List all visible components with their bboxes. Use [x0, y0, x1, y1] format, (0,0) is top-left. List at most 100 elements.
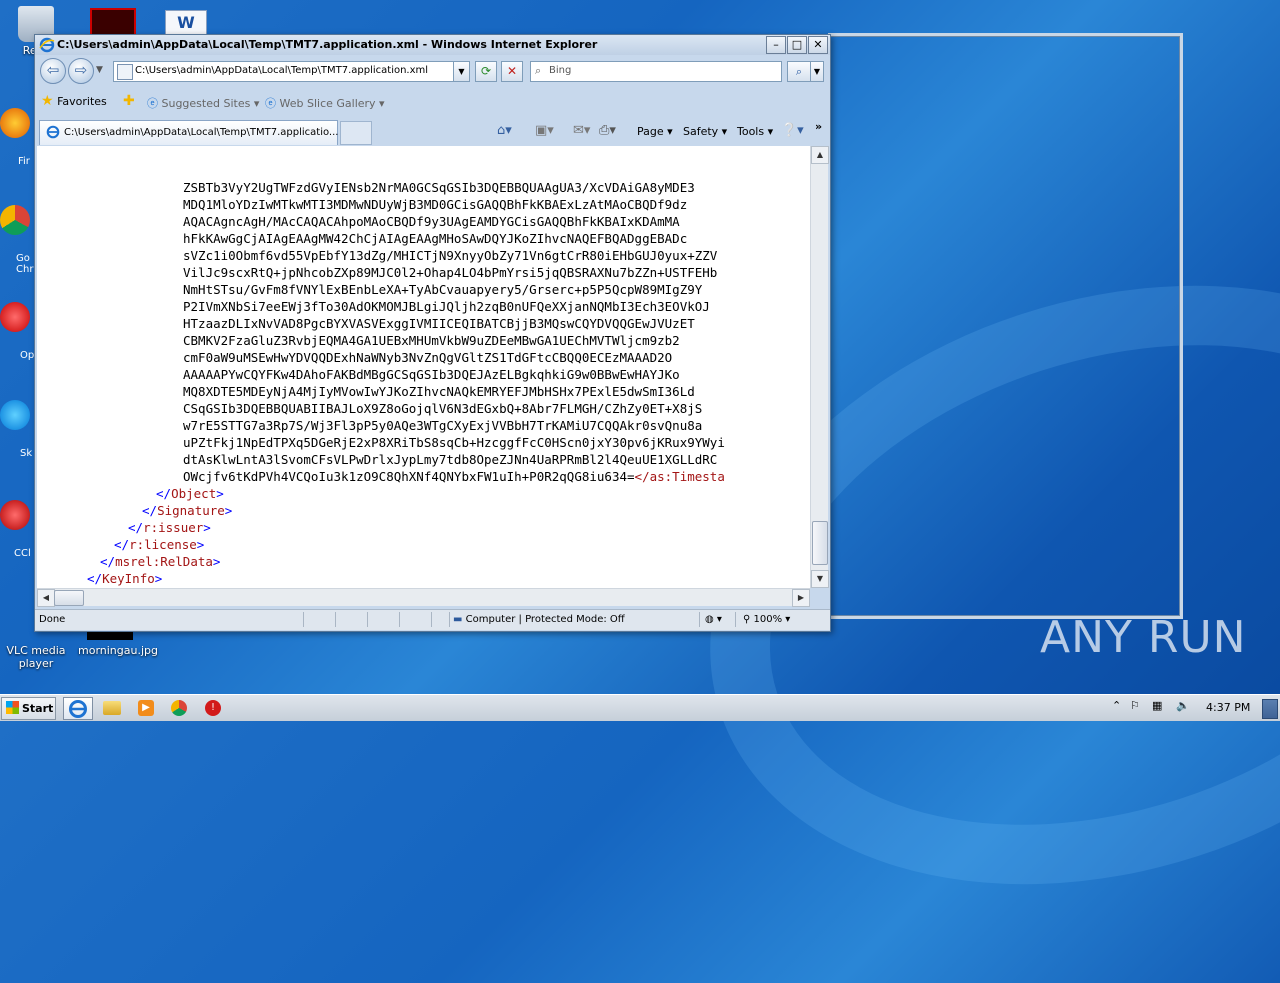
- search-options-dropdown[interactable]: ▼: [810, 61, 824, 82]
- scroll-down-button[interactable]: ▼: [811, 570, 829, 588]
- folder-icon: [103, 701, 121, 715]
- xml-base64-line: dtAsKlwLntA3lSvomCFsVLPwDrlxJypLmy7tdb8O…: [183, 452, 718, 467]
- image-file-icon[interactable]: morningau.jpg: [78, 628, 158, 657]
- firefox-icon[interactable]: Fir: [0, 108, 36, 167]
- show-desktop-button[interactable]: [1262, 699, 1278, 719]
- taskbar-app-button[interactable]: !: [199, 697, 227, 718]
- xml-base64-line: AAAAAPYwCQYFKw4DAhoFAKBdMBgGCSqGSIb3DQEJ…: [183, 367, 680, 382]
- xml-base64-line: w7rE5STTG7a3Rp7S/Wj3Fl3pP5y0AQe3WTgCXyEx…: [183, 418, 703, 433]
- desktop-icon-label: CCl: [14, 548, 31, 559]
- recent-pages-dropdown[interactable]: ▼: [96, 65, 103, 75]
- xml-base64-line: VilJc9scxRtQ+jpNhcobZXp89MJC0l2+Ohap4LO4…: [183, 265, 718, 280]
- stop-button[interactable]: ✕: [501, 61, 523, 82]
- safety-menu[interactable]: Safety ▾: [683, 125, 727, 138]
- tab-title: C:\Users\admin\AppData\Local\Temp\TMT7.a…: [64, 127, 339, 138]
- xml-base64-line: CBMKV2FzaGluZ3RvbjEQMA4GA1UEBxMHUmVkbW9u…: [183, 333, 680, 348]
- xml-base64-line: NmHtSTsu/GvFm8fVNYlExBEnbLeXA+TyAbCvauap…: [183, 282, 703, 297]
- address-dropdown-button[interactable]: ▼: [453, 62, 469, 81]
- taskbar-chrome-button[interactable]: [165, 697, 193, 718]
- xml-closing-tag: </Signature>: [142, 503, 233, 518]
- status-bar: Done ▬ Computer | Protected Mode: Off ◍ …: [35, 609, 830, 630]
- address-text[interactable]: C:\Users\admin\AppData\Local\Temp\TMT7.a…: [135, 65, 428, 76]
- suggested-sites-label: Suggested Sites: [161, 97, 251, 110]
- back-button[interactable]: ⇦: [40, 58, 66, 84]
- skype-icon[interactable]: Sk: [0, 400, 36, 459]
- magnifier-icon: ⌕: [795, 65, 803, 78]
- tab-row: C:\Users\admin\AppData\Local\Temp\TMT7.a…: [35, 118, 830, 145]
- xml-base64-line: MQ8XDTE5MDEyNjA4MjIyMVowIwYJKoZIhvcNAQkE…: [183, 384, 695, 399]
- protected-mode-icon[interactable]: ◍ ▾: [705, 614, 722, 625]
- search-box[interactable]: ⌕ Bing: [530, 61, 782, 82]
- ie-page-icon: ⓔ: [147, 97, 158, 110]
- vertical-scrollbar[interactable]: ▲ ▼: [810, 146, 829, 588]
- close-button[interactable]: ✕: [808, 36, 828, 54]
- search-button[interactable]: ⌕: [787, 61, 811, 82]
- favorites-button[interactable]: ★ Favorites: [41, 93, 107, 109]
- xml-closing-tag: </Object>: [156, 486, 224, 501]
- search-placeholder: Bing: [549, 65, 572, 76]
- chrome-icon[interactable]: Go Chr: [0, 205, 36, 275]
- zoom-icon: ⚲: [743, 614, 751, 625]
- action-center-flag-icon[interactable]: ⚐: [1130, 699, 1140, 712]
- ie-icon: [39, 37, 55, 53]
- home-icon[interactable]: ⌂▾: [497, 123, 512, 138]
- zoom-control[interactable]: ⚲ 100% ▾: [743, 614, 790, 625]
- security-zone[interactable]: ▬ Computer | Protected Mode: Off: [453, 614, 625, 625]
- ie-window: C:\Users\admin\AppData\Local\Temp\TMT7.a…: [34, 34, 831, 632]
- add-favorites-icon[interactable]: ✚: [123, 93, 135, 109]
- xml-content-pane[interactable]: ZSBTb3VyY2UgTWFzdGVyIENsb2NrMA0GCSqGSIb3…: [37, 146, 810, 588]
- show-hidden-icons-button[interactable]: ⌃: [1112, 699, 1121, 712]
- search-icon: ⌕: [535, 64, 542, 77]
- volume-icon[interactable]: 🔈: [1176, 699, 1190, 712]
- taskbar-explorer-button[interactable]: [99, 697, 127, 718]
- xml-closing-tag: </r:license>: [114, 537, 205, 552]
- vertical-scroll-thumb[interactable]: [812, 521, 828, 565]
- help-icon[interactable]: ❔▾: [781, 123, 804, 138]
- scroll-left-button[interactable]: ◀: [37, 589, 55, 607]
- toolbar-overflow-chevron[interactable]: »: [815, 120, 822, 133]
- feeds-icon[interactable]: ▣▾: [535, 123, 554, 138]
- xml-closing-tag: </KeyInfo>: [87, 571, 163, 586]
- taskbar-ie-button[interactable]: [63, 697, 93, 720]
- xml-base64-line: ZSBTb3VyY2UgTWFzdGVyIENsb2NrMA0GCSqGSIb3…: [183, 180, 695, 195]
- start-button[interactable]: Start: [1, 697, 56, 720]
- xml-base64-line: OWcjfv6tKdPVh4VCQoIu3k1zO9C8QhXNf4QNYbxF…: [183, 469, 725, 484]
- new-tab-button[interactable]: [340, 121, 372, 145]
- xml-base64-line: AQACAgncAgH/MAcCAQACAhpoMAoCBQDf9y3UAgEA…: [183, 214, 680, 229]
- web-slice-gallery-label: Web Slice Gallery: [279, 97, 376, 110]
- opera-icon[interactable]: Op: [0, 302, 36, 361]
- suggested-sites-button[interactable]: ⓔ Suggested Sites ▾: [147, 95, 259, 111]
- tools-menu[interactable]: Tools ▾: [737, 125, 773, 138]
- watermark: ANY RUN: [1040, 612, 1247, 663]
- horizontal-scroll-thumb[interactable]: [54, 590, 84, 606]
- horizontal-scrollbar[interactable]: ◀ ▶: [37, 588, 810, 607]
- minimize-button[interactable]: –: [766, 36, 786, 54]
- maximize-button[interactable]: □: [787, 36, 807, 54]
- mail-icon[interactable]: ✉▾: [573, 123, 590, 138]
- forward-arrow-icon: ⇨: [74, 61, 88, 79]
- media-player-icon: ▶: [138, 700, 154, 716]
- scroll-right-button[interactable]: ▶: [792, 589, 810, 607]
- forward-button[interactable]: ⇨: [68, 58, 94, 84]
- vlc-icon[interactable]: VLC media player: [4, 628, 68, 670]
- ie-icon: [69, 700, 87, 718]
- computer-icon: ▬: [453, 614, 463, 625]
- scroll-up-button[interactable]: ▲: [811, 146, 829, 164]
- desktop-icon-label: Go Chr: [16, 253, 34, 275]
- print-icon[interactable]: ⎙▾: [599, 123, 616, 138]
- refresh-button[interactable]: ⟳: [475, 61, 497, 82]
- address-bar[interactable]: C:\Users\admin\AppData\Local\Temp\TMT7.a…: [113, 61, 470, 82]
- title-bar[interactable]: C:\Users\admin\AppData\Local\Temp\TMT7.a…: [35, 35, 830, 55]
- xml-closing-tag: </r:issuer>: [128, 520, 211, 535]
- page-menu[interactable]: Page ▾: [637, 125, 673, 138]
- network-icon[interactable]: ▦: [1152, 699, 1162, 712]
- tab-active[interactable]: C:\Users\admin\AppData\Local\Temp\TMT7.a…: [39, 120, 338, 145]
- ie-page-icon: ⓔ: [265, 97, 276, 110]
- ccleaner-icon[interactable]: CCl: [0, 500, 36, 559]
- favorites-bar: ★ Favorites ✚ ⓔ Suggested Sites ▾ ⓔ Web …: [35, 90, 830, 114]
- web-slice-gallery-button[interactable]: ⓔ Web Slice Gallery ▾: [265, 95, 385, 111]
- page-icon: [117, 64, 133, 80]
- taskbar-media-player-button[interactable]: ▶: [132, 697, 160, 718]
- desktop-icon-label: morningau.jpg: [78, 644, 158, 657]
- clock[interactable]: 4:37 PM: [1206, 701, 1250, 714]
